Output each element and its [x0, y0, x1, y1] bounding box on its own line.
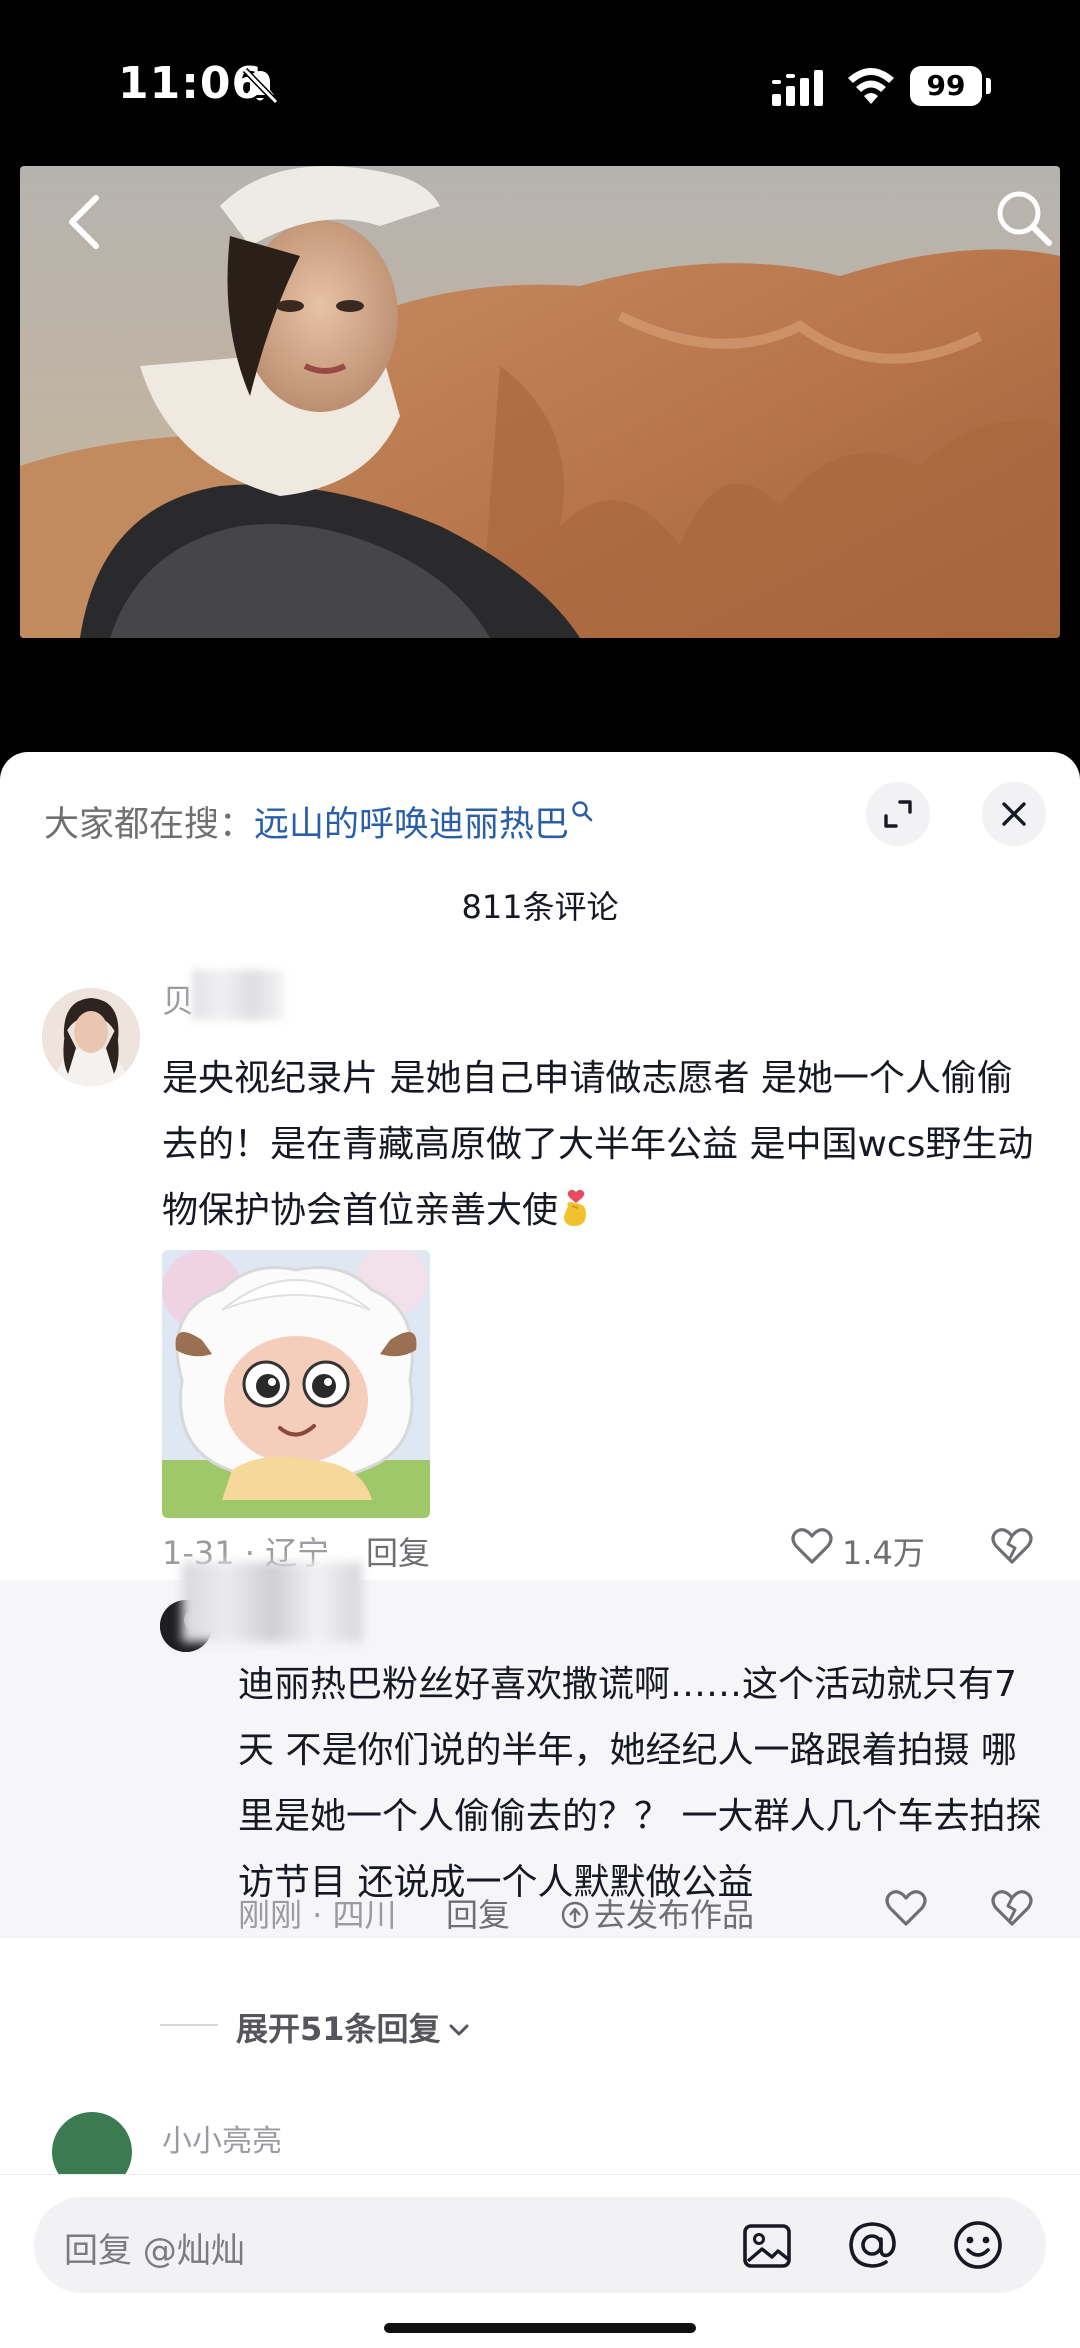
- chevron-down-icon: [449, 2024, 469, 2036]
- search-hint-prefix: 大家都在搜：: [44, 805, 255, 845]
- video-player[interactable]: [0, 166, 1080, 750]
- comment-count: 811条评论: [461, 888, 619, 926]
- back-icon[interactable]: [58, 190, 110, 254]
- comment-text-content: 是央视纪录片 是她自己申请做志愿者 是她一个人偷偷去的！是在青藏高原做了大半年公…: [162, 1058, 1034, 1231]
- heart-icon[interactable]: [790, 1524, 834, 1568]
- battery-tip: [986, 78, 991, 94]
- sticker-image[interactable]: [162, 1250, 430, 1518]
- reply-input[interactable]: 回复 @灿灿: [34, 2197, 1046, 2293]
- comment-text: 是央视纪录片 是她自己申请做志愿者 是她一个人偷偷去的！是在青藏高原做了大半年公…: [162, 1046, 1042, 1244]
- reply-text: 迪丽热巴粉丝好喜欢撒谎啊……这个活动就只有7天 不是你们说的半年，她经纪人一路跟…: [238, 1664, 1042, 1903]
- expand-button[interactable]: [866, 782, 930, 846]
- status-bar: 11:06 99: [0, 0, 1080, 170]
- sheet-header: 大家都在搜：远山的呼唤迪丽热巴 811条评论: [0, 752, 1080, 926]
- avatar[interactable]: [42, 988, 140, 1086]
- search-icon[interactable]: [992, 186, 1056, 250]
- reply-input-bar: 回复 @灿灿: [0, 2174, 1080, 2348]
- divider: [160, 2024, 218, 2026]
- video-thumbnail: [20, 166, 1060, 638]
- finger-heart-emoji-icon: [564, 1189, 587, 1226]
- mute-icon: [242, 67, 279, 105]
- next-comment-username[interactable]: 小小亮亮: [162, 2116, 282, 2160]
- wifi-icon: [848, 68, 894, 104]
- heart-icon[interactable]: [884, 1886, 928, 1930]
- search-suggestion[interactable]: 大家都在搜：远山的呼唤迪丽热巴: [44, 796, 593, 847]
- comment-username[interactable]: 贝: [162, 976, 194, 1022]
- at-icon[interactable]: [844, 2217, 900, 2273]
- signal-icon: [772, 70, 823, 106]
- reply-button[interactable]: 回复: [366, 1528, 430, 1574]
- close-button[interactable]: [982, 782, 1046, 846]
- expand-icon: [884, 800, 912, 828]
- dislike-icon[interactable]: [990, 1524, 1034, 1568]
- username-redaction: [192, 970, 284, 1020]
- reply-thread: 迪丽热巴粉丝好喜欢撒谎啊……这个活动就只有7天 不是你们说的半年，她经纪人一路跟…: [0, 1562, 1080, 1938]
- keyword-search-icon: [572, 801, 593, 822]
- reply-username-redaction: [182, 1562, 362, 1642]
- reply-input-placeholder: 回复 @灿灿: [64, 2231, 245, 2271]
- publish-work-label: 去发布作品: [594, 1896, 755, 1934]
- emoji-icon[interactable]: [950, 2217, 1006, 2273]
- dislike-icon[interactable]: [990, 1886, 1034, 1930]
- home-indicator: [384, 2323, 696, 2333]
- upload-icon: [561, 1901, 589, 1929]
- battery-indicator: 99: [910, 66, 982, 106]
- reply-to-reply-button[interactable]: 回复: [446, 1890, 510, 1936]
- like-count: 1.4万: [842, 1534, 925, 1572]
- image-icon[interactable]: [740, 2219, 794, 2273]
- expand-replies-button[interactable]: 展开51条回复: [236, 2004, 471, 2050]
- video-frame[interactable]: [20, 166, 1060, 638]
- comment-sheet: 大家都在搜：远山的呼唤迪丽热巴 811条评论 贝 是央视纪录片 是她自己申请做志…: [0, 752, 1080, 2348]
- publish-work-link[interactable]: 去发布作品: [560, 1890, 754, 1936]
- search-hint-keyword[interactable]: 远山的呼唤迪丽热巴: [254, 805, 569, 845]
- close-icon: [1002, 802, 1026, 826]
- expand-replies-label: 展开51条回复: [236, 2010, 441, 2048]
- reply-meta: 刚刚 · 四川: [238, 1896, 397, 1934]
